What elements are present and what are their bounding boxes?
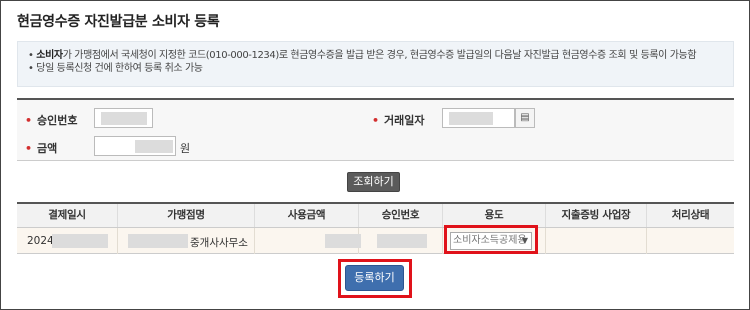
approval-number-input[interactable]	[94, 108, 153, 128]
calendar-icon[interactable]: ▤	[515, 108, 535, 128]
masked-amount	[325, 234, 361, 248]
masked-date	[52, 234, 108, 248]
transaction-date-label: • 거래일자	[372, 114, 425, 127]
masked-approval-number	[377, 234, 427, 248]
usage-highlight-box	[444, 225, 538, 254]
search-form: • 승인번호 • 거래일자 ▤ • 금액 원	[17, 98, 734, 161]
approval-number-label: • 승인번호	[25, 114, 78, 127]
register-highlight-box	[338, 259, 412, 298]
notice-box: • 소비자가 가맹점에서 국세청이 지정한 코드(010-000-1234)로 …	[17, 41, 734, 87]
notice-line-1-text: 가 가맹점에서 국세청이 지정한 코드(010-000-1234)로 현금영수증…	[62, 50, 697, 61]
page-title: 현금영수증 자진발급분 소비자 등록	[17, 14, 220, 30]
masked-value	[101, 112, 147, 125]
masked-value	[135, 140, 173, 153]
table-row[interactable]: 2024- 중개사사무소 소비자소득공제용 ▼	[17, 228, 734, 254]
search-button[interactable]: 조회하기	[347, 172, 400, 192]
notice-line-2-text: 당일 등록신청 건에 한하여 등록 취소 가능	[36, 63, 203, 74]
masked-merchant	[128, 234, 188, 248]
header-status: 처리상태	[671, 209, 710, 221]
transaction-date-input[interactable]	[442, 108, 515, 128]
header-usage: 용도	[443, 204, 546, 227]
notice-line-2: • 당일 등록신청 건에 한하여 등록 취소 가능	[28, 63, 203, 74]
row-merchant-suffix: 중개사사무소	[190, 237, 248, 249]
amount-input[interactable]	[94, 136, 176, 156]
masked-value	[449, 112, 493, 125]
header-expense-business: 지출증빙 사업장	[546, 204, 647, 227]
amount-unit: 원	[180, 142, 191, 155]
header-merchant-name: 가맹점명	[118, 204, 255, 227]
header-amount: 사용금액	[255, 204, 359, 227]
notice-bold-term: 소비자	[36, 50, 63, 61]
amount-label: • 금액	[25, 142, 58, 155]
notice-line-1: • 소비자가 가맹점에서 국세청이 지정한 코드(010-000-1234)로 …	[28, 50, 697, 61]
header-approval-number: 승인번호	[359, 204, 443, 227]
results-table: 결제일시 가맹점명 사용금액 승인번호 용도 지출증빙 사업장 처리상태 202…	[17, 202, 734, 254]
table-header: 결제일시 가맹점명 사용금액 승인번호 용도 지출증빙 사업장 처리상태	[17, 204, 734, 228]
header-payment-datetime: 결제일시	[17, 204, 118, 227]
